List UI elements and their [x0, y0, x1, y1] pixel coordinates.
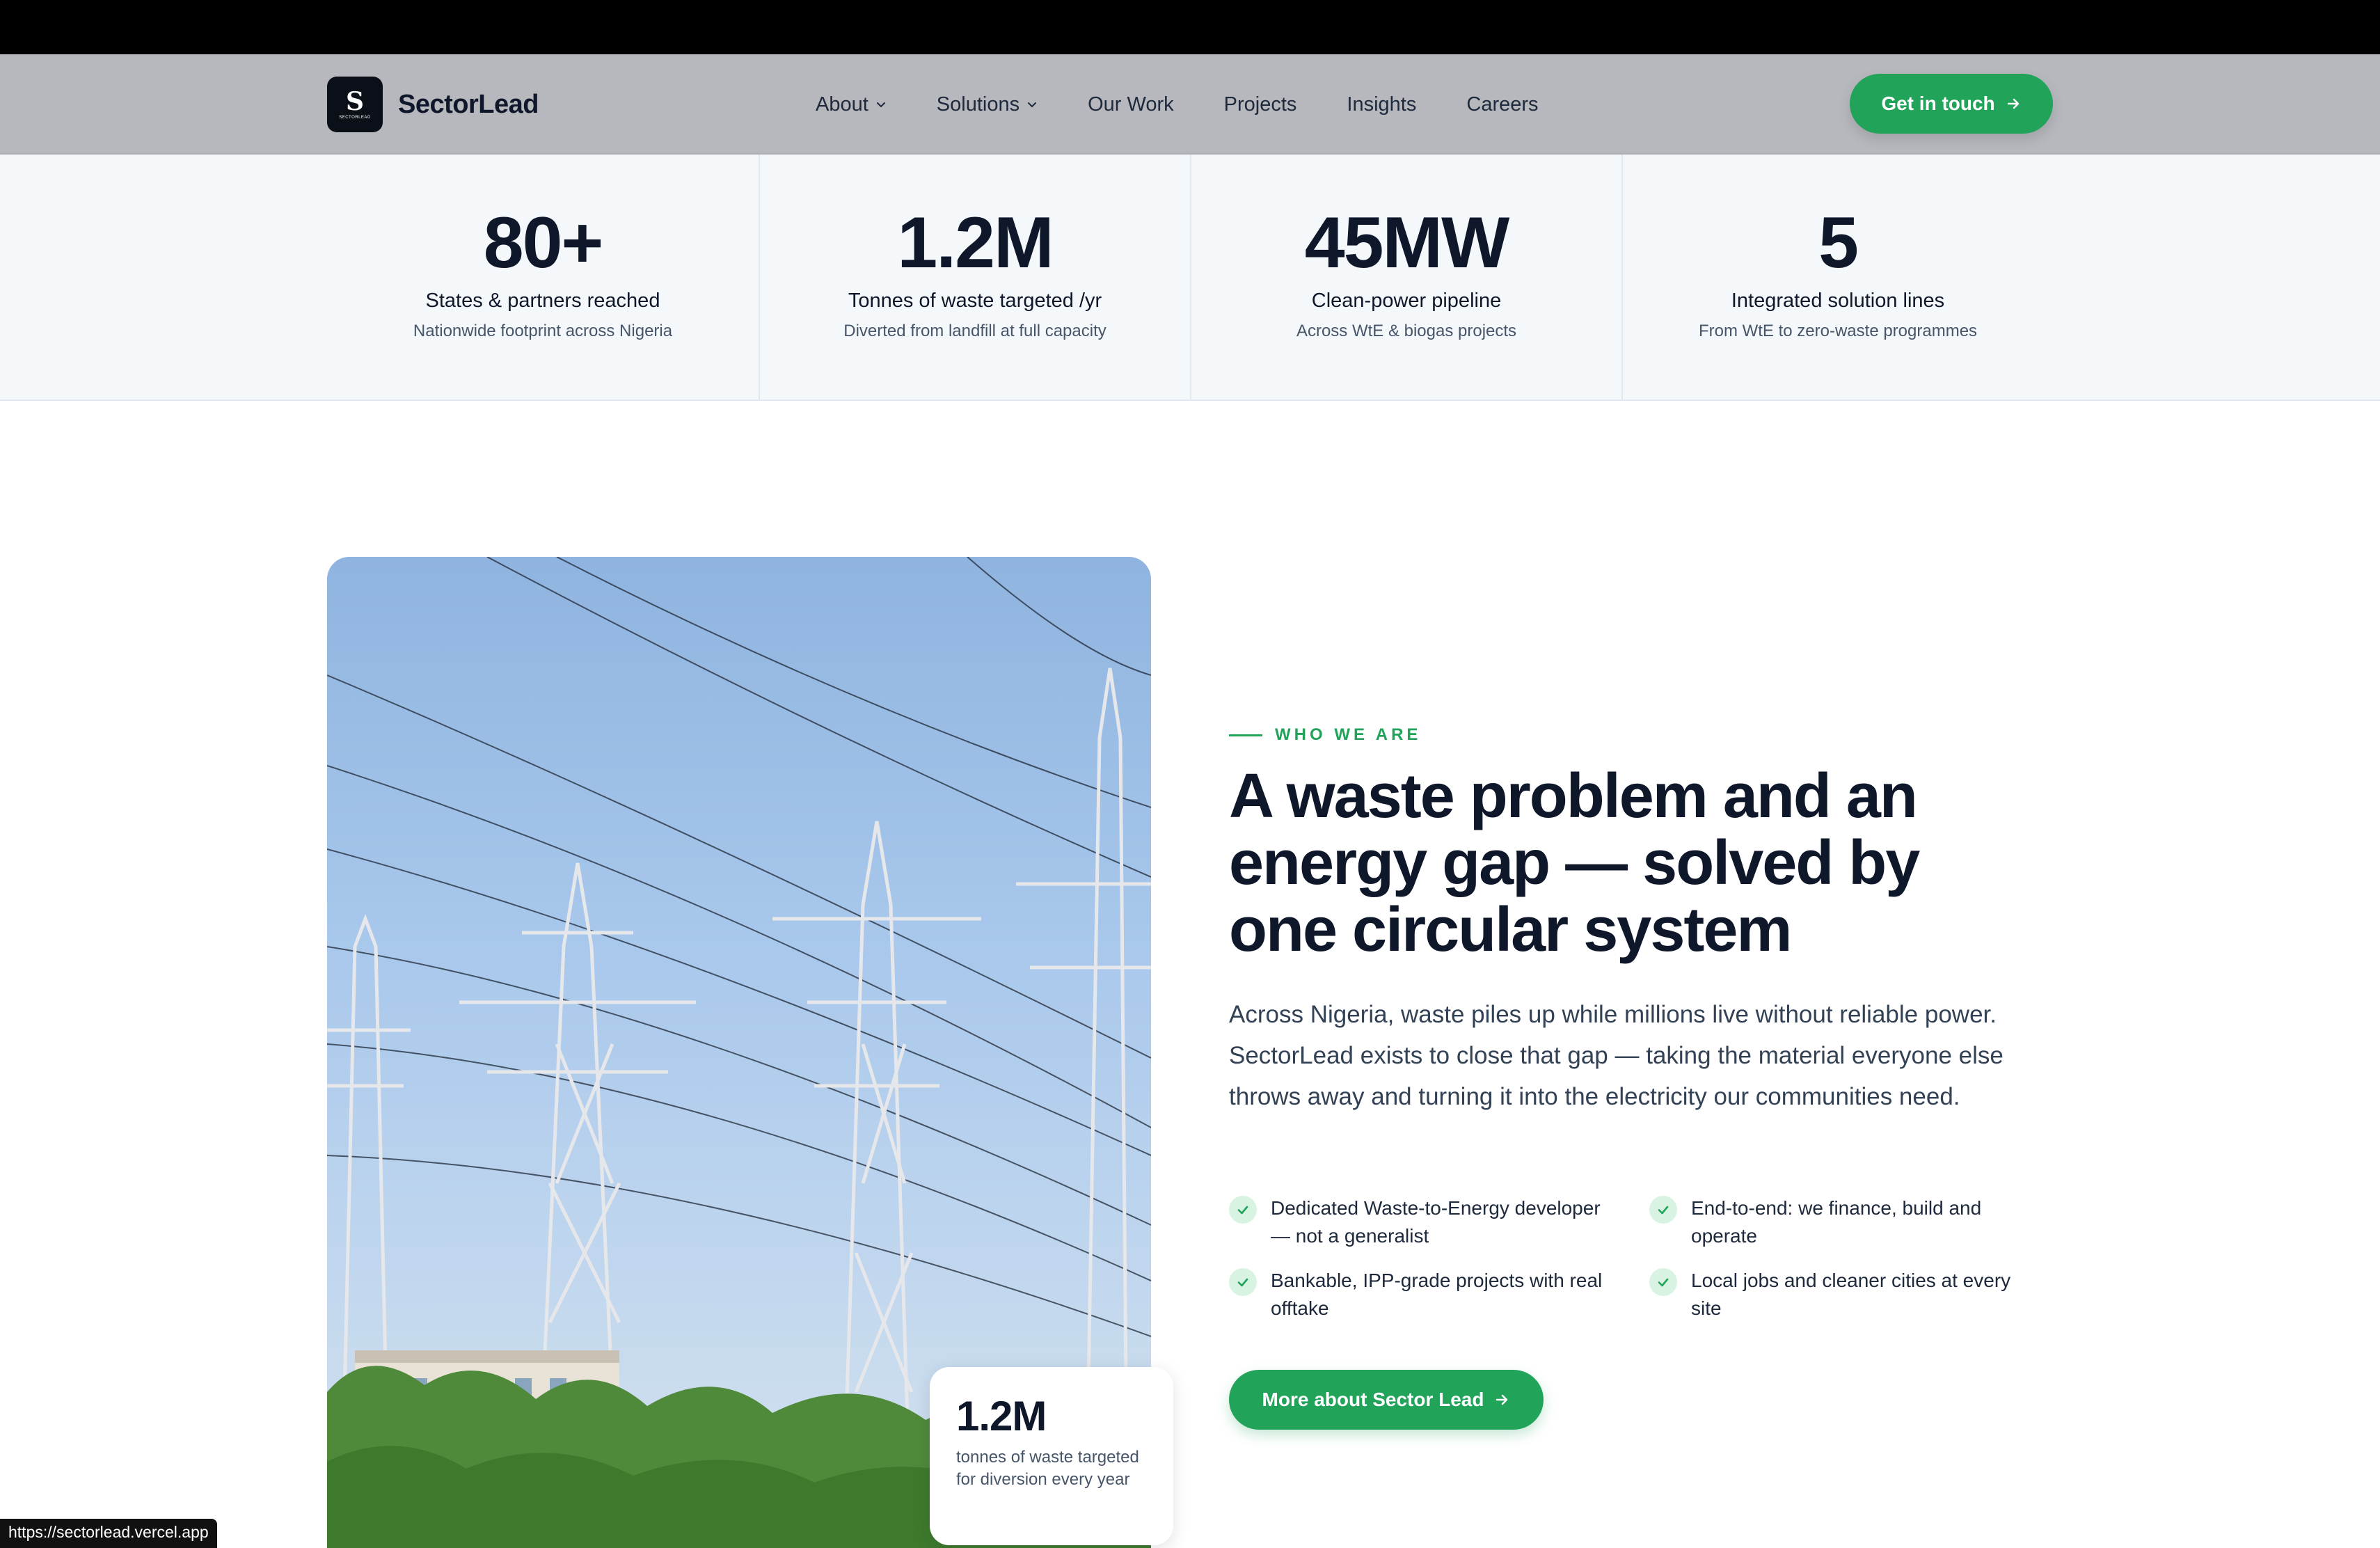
check-icon: [1649, 1196, 1677, 1224]
nav-item-label: Our Work: [1088, 93, 1174, 116]
browser-top-bar: [0, 0, 2380, 54]
stat-subtext: From WtE to zero-waste programmes: [1698, 322, 1978, 340]
main-nav: About Solutions Our Work Projects Insigh…: [816, 54, 1589, 155]
checklist-item: Bankable, IPP-grade projects with real o…: [1229, 1267, 1619, 1322]
section-heading: A waste problem and an energy gap — solv…: [1229, 761, 1920, 965]
check-icon: [1229, 1196, 1257, 1224]
nav-item-projects[interactable]: Projects: [1224, 93, 1297, 116]
checklist-text: Bankable, IPP-grade projects with real o…: [1271, 1270, 1603, 1319]
stats-band: 80+ States & partners reached Nationwide…: [0, 155, 2380, 401]
get-in-touch-label: Get in touch: [1881, 93, 1995, 114]
stat-subtext: Diverted from landfill at full capacity: [843, 322, 1106, 340]
stat-value: 1.2M: [897, 203, 1054, 283]
stat-subtext: Nationwide footprint across Nigeria: [413, 322, 673, 340]
stat-value: 5: [1818, 203, 1859, 283]
photo-stat-card: 1.2M tonnes of waste targeted for divers…: [930, 1367, 1173, 1545]
nav-item-label: Careers: [1466, 93, 1539, 116]
nav-item-label: Solutions: [936, 93, 1020, 116]
brand-name: SectorLead: [398, 89, 539, 119]
check-icon: [1229, 1268, 1257, 1296]
nav-item-careers[interactable]: Careers: [1466, 93, 1538, 116]
nav-item-solutions[interactable]: Solutions: [937, 93, 1038, 116]
stat-solutions: 5 Integrated solution lines From WtE to …: [1621, 155, 2053, 400]
checklist-item: Dedicated Waste-to-Energy developer — no…: [1229, 1194, 1619, 1250]
nav-item-about[interactable]: About: [816, 93, 887, 116]
nav-item-insights[interactable]: Insights: [1347, 93, 1416, 116]
stat-label: Integrated solution lines: [1731, 290, 1945, 312]
checklist-item: End-to-end: we finance, build and operat…: [1649, 1194, 2039, 1250]
eyebrow-text: WHO WE ARE: [1275, 725, 1422, 744]
more-about-label: More about Sector Lead: [1262, 1389, 1484, 1410]
section-paragraph: Across Nigeria, waste piles up while mil…: [1229, 1001, 2004, 1110]
nav-item-label: Projects: [1223, 93, 1297, 116]
nav-item-label: About: [816, 93, 868, 116]
status-bar-url: https://sectorlead.vercel.app: [0, 1519, 217, 1548]
more-about-button[interactable]: More about Sector Lead: [1229, 1370, 1544, 1430]
section-eyebrow: WHO WE ARE: [1229, 725, 1421, 745]
nav-item-our-work[interactable]: Our Work: [1088, 93, 1174, 116]
checklist-text: End-to-end: we finance, build and operat…: [1691, 1197, 1982, 1247]
eyebrow-line: [1229, 734, 1262, 736]
logo-subtext: SECTORLEAD: [339, 116, 371, 120]
stat-states: 80+ States & partners reached Nationwide…: [327, 155, 759, 400]
photo-stat-value: 1.2M: [956, 1393, 1047, 1439]
arrow-right-icon: [1496, 1394, 1508, 1405]
chevron-down-icon: [1028, 102, 1037, 107]
get-in-touch-button[interactable]: Get in touch: [1850, 74, 2053, 134]
checklist-text: Dedicated Waste-to-Energy developer — no…: [1271, 1197, 1601, 1247]
logo-mark: S SECTORLEAD: [327, 77, 383, 132]
stat-label: Tonnes of waste targeted /yr: [848, 290, 1102, 312]
logo-letter: S: [346, 87, 364, 116]
logo-link[interactable]: S SECTORLEAD SectorLead: [327, 77, 539, 132]
chevron-down-icon: [876, 102, 885, 107]
stat-waste: 1.2M Tonnes of waste targeted /yr Divert…: [759, 155, 1190, 400]
stat-value: 80+: [483, 203, 603, 283]
checklist-item: Local jobs and cleaner cities at every s…: [1649, 1267, 2039, 1322]
stat-value: 45MW: [1304, 203, 1509, 283]
nav-item-label: Insights: [1347, 93, 1417, 116]
arrow-right-icon: [2007, 98, 2019, 109]
check-icon: [1649, 1268, 1677, 1296]
stat-power: 45MW Clean-power pipeline Across WtE & b…: [1190, 155, 1621, 400]
stat-subtext: Across WtE & biogas projects: [1296, 322, 1517, 340]
stat-label: States & partners reached: [425, 290, 660, 312]
stat-label: Clean-power pipeline: [1311, 290, 1502, 312]
checklist-text: Local jobs and cleaner cities at every s…: [1691, 1270, 2011, 1319]
photo-stat-text: tonnes of waste targeted for diversion e…: [956, 1448, 1139, 1489]
